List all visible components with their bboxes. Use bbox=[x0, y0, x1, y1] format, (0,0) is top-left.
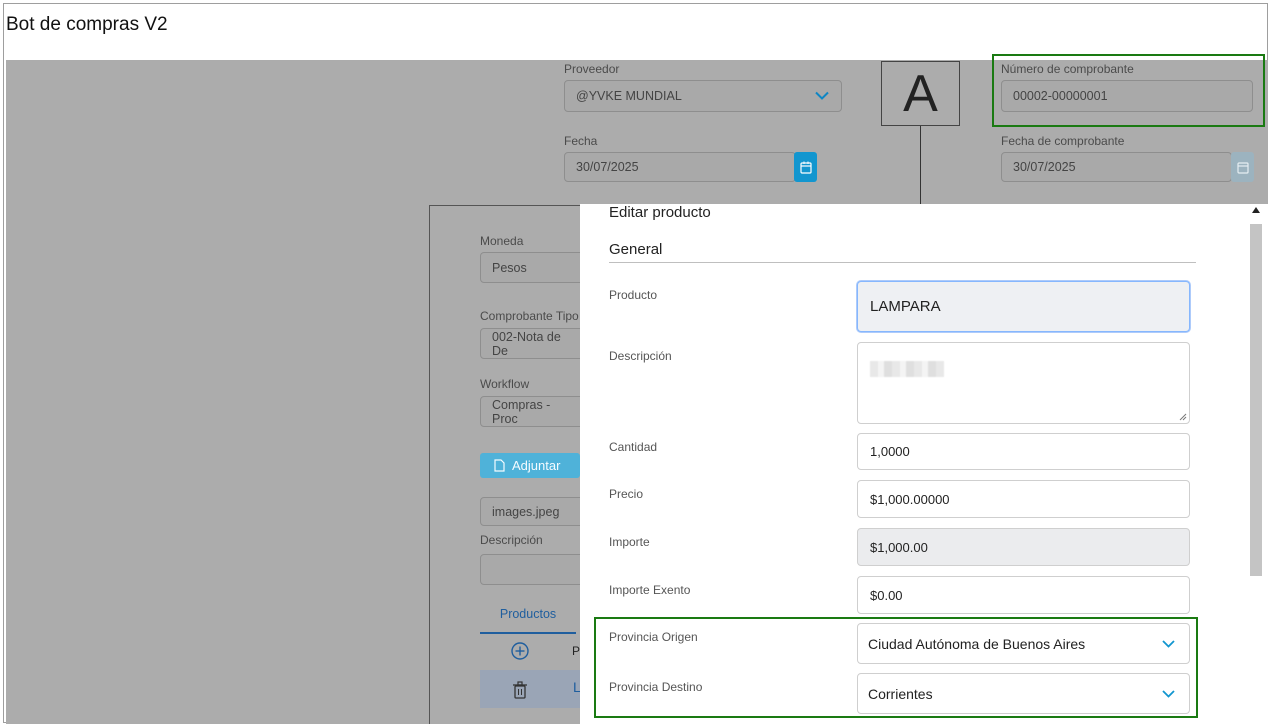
importe-value: $1,000.00 bbox=[870, 539, 928, 555]
precio-value: $1,000.00000 bbox=[870, 491, 950, 507]
scroll-up-arrow-icon[interactable] bbox=[1252, 207, 1260, 213]
importe-exento-label: Importe Exento bbox=[609, 583, 691, 597]
resize-handle-icon[interactable] bbox=[1179, 413, 1187, 421]
workflow-value: Compras - Proc bbox=[492, 397, 551, 426]
fecha-calendar-button[interactable] bbox=[794, 152, 817, 182]
proveedor-value: @YVKE MUNDIAL bbox=[576, 89, 682, 103]
producto-value: LAMPARA bbox=[870, 298, 941, 315]
add-circle-icon[interactable] bbox=[511, 642, 529, 660]
fecha-comprobante-value: 30/07/2025 bbox=[1013, 160, 1076, 174]
fecha-value: 30/07/2025 bbox=[576, 160, 639, 174]
moneda-value: Pesos bbox=[492, 260, 527, 275]
trash-icon[interactable] bbox=[512, 681, 528, 699]
section-title-general: General bbox=[609, 241, 663, 258]
adjuntar-label: Adjuntar bbox=[512, 458, 561, 473]
file-icon bbox=[494, 459, 505, 472]
importe-label: Importe bbox=[609, 535, 650, 549]
proveedor-label: Proveedor bbox=[564, 62, 620, 76]
file-name-field: images.jpeg bbox=[480, 497, 590, 526]
column-header-fragment: P bbox=[572, 644, 581, 658]
cantidad-value: 1,0000 bbox=[870, 444, 910, 459]
modal-scrollbar-thumb[interactable] bbox=[1250, 224, 1262, 576]
highlight-box-numero bbox=[992, 54, 1265, 127]
precio-input[interactable]: $1,000.00000 bbox=[857, 480, 1190, 518]
cantidad-input[interactable]: 1,0000 bbox=[857, 433, 1190, 470]
redacted-text bbox=[870, 361, 944, 377]
descripcion-label: Descripción bbox=[480, 533, 543, 547]
proveedor-select[interactable]: @YVKE MUNDIAL bbox=[564, 80, 842, 112]
fecha-comprobante-input[interactable]: 30/07/2025 bbox=[1001, 152, 1232, 182]
highlight-box-provincias bbox=[594, 617, 1198, 718]
descripcion-modal-label: Descripción bbox=[609, 349, 672, 363]
importe-exento-input[interactable]: $0.00 bbox=[857, 576, 1190, 614]
file-name: images.jpeg bbox=[492, 504, 560, 519]
comprobante-tipo-label: Comprobante Tipo bbox=[480, 309, 579, 323]
comprobante-tipo-value: 002-Nota de De bbox=[492, 329, 561, 358]
precio-label: Precio bbox=[609, 487, 644, 501]
descripcion-textarea[interactable] bbox=[857, 342, 1190, 424]
moneda-label: Moneda bbox=[480, 234, 524, 248]
producto-input[interactable]: LAMPARA bbox=[857, 281, 1190, 332]
comprobante-type-letter: A bbox=[881, 61, 960, 126]
tab-productos[interactable]: Productos bbox=[480, 596, 576, 634]
fecha-comprobante-calendar-button[interactable] bbox=[1231, 152, 1254, 182]
divider-line bbox=[920, 126, 921, 206]
producto-label: Producto bbox=[609, 288, 658, 302]
calendar-icon bbox=[1236, 161, 1249, 174]
app-title: Bot de compras V2 bbox=[6, 14, 168, 35]
modal-title: Editar producto bbox=[609, 204, 711, 221]
comprobante-tipo-select[interactable]: 002-Nota de De bbox=[480, 328, 590, 359]
section-divider bbox=[609, 262, 1196, 263]
workflow-select[interactable]: Compras - Proc bbox=[480, 396, 590, 427]
importe-exento-value: $0.00 bbox=[870, 587, 903, 603]
descripcion-input[interactable] bbox=[480, 554, 590, 585]
workflow-label: Workflow bbox=[480, 377, 530, 391]
fecha-input[interactable]: 30/07/2025 bbox=[564, 152, 796, 182]
importe-input: $1,000.00 bbox=[857, 528, 1190, 566]
fecha-comprobante-label: Fecha de comprobante bbox=[1001, 134, 1125, 148]
cantidad-label: Cantidad bbox=[609, 440, 658, 454]
calendar-icon bbox=[799, 161, 812, 174]
fecha-label: Fecha bbox=[564, 134, 598, 148]
moneda-select[interactable]: Pesos bbox=[480, 252, 590, 283]
adjuntar-button[interactable]: Adjuntar bbox=[480, 453, 580, 478]
chevron-down-icon bbox=[815, 91, 829, 100]
